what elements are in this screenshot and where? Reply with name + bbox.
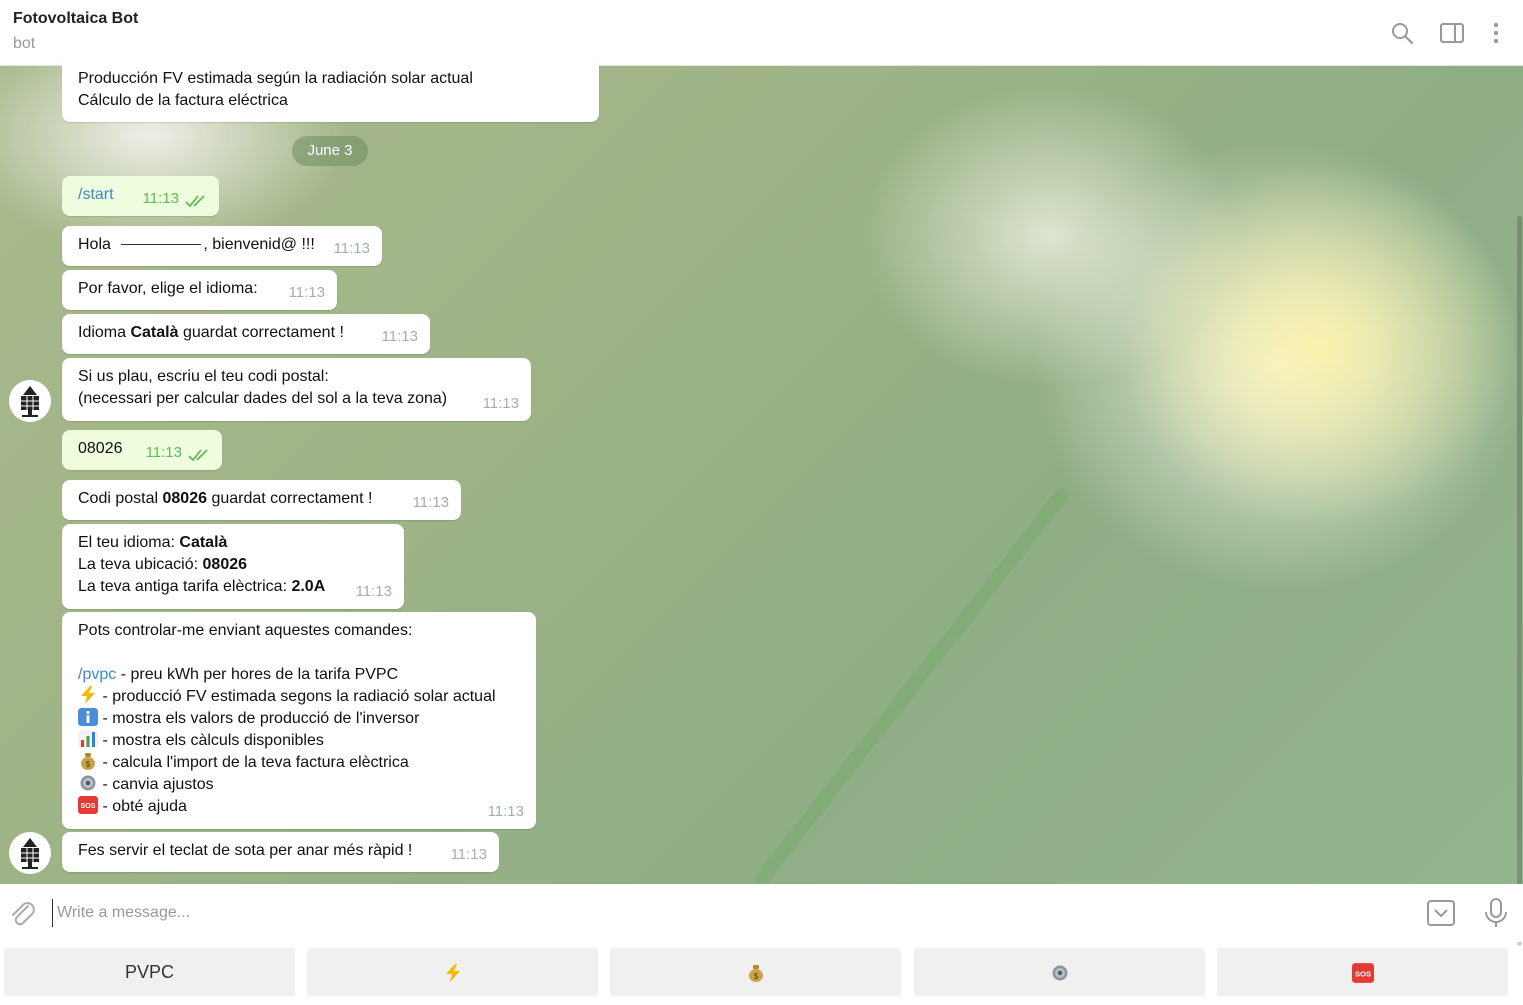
message-bubble: El teu idioma: Català La teva ubicació: … <box>62 524 404 609</box>
message-text: Fes servir el teclat de sota per anar mé… <box>78 842 413 859</box>
sos-icon: SOS <box>1351 963 1374 984</box>
location-value: 08026 <box>202 556 248 573</box>
svg-text:$: $ <box>753 972 758 981</box>
command-desc: - obté ajuda <box>98 798 187 815</box>
keyboard-button-invoice[interactable]: $ <box>610 948 901 996</box>
sos-icon: SOS <box>78 796 98 814</box>
command-desc: - mostra els càlculs disponibles <box>98 732 324 749</box>
message-time: 11:13 <box>412 494 449 511</box>
message-line: Pots controlar-me enviant aquestes coman… <box>78 622 413 639</box>
svg-text:SOS: SOS <box>81 803 96 810</box>
sidebar-toggle-icon[interactable] <box>1439 20 1465 46</box>
date-separator: June 3 <box>292 136 368 166</box>
message-bubble: Idioma Català guardat correctament ! 11:… <box>62 314 430 354</box>
command-desc: - producció FV estimada segons la radiac… <box>98 688 496 705</box>
command-desc: - calcula l'import de la teva factura el… <box>98 754 409 771</box>
message-time: 11:13 <box>288 284 325 301</box>
microphone-icon[interactable] <box>1482 897 1510 929</box>
message-line: Producción FV estimada según la radiació… <box>78 70 473 87</box>
message-time: 11:13 <box>145 444 182 461</box>
bot-avatar[interactable] <box>9 380 51 422</box>
lightning-icon <box>81 686 95 704</box>
message-time: 11:13 <box>450 846 487 863</box>
tariff-label: La teva antiga tarifa elèctrica: <box>78 578 292 595</box>
message-bubble: Codi postal 08026 guardat correctament !… <box>62 480 461 520</box>
message-time: 11:13 <box>482 395 519 412</box>
message-text: guardat correctament ! <box>178 324 344 341</box>
message-time: 11:13 <box>355 583 392 600</box>
language-value: Català <box>179 534 228 551</box>
keyboard-button-settings[interactable] <box>914 948 1205 996</box>
double-check-icon <box>188 449 208 462</box>
command-desc: - canvia ajustos <box>98 776 214 793</box>
keyboard-button-pvpc[interactable]: PVPC <box>4 948 295 996</box>
outgoing-message: 08026 11:13 <box>62 430 222 470</box>
message-input[interactable] <box>52 899 1401 927</box>
scrollbar-thumb[interactable] <box>1517 216 1522 946</box>
message-time: 11:13 <box>381 328 418 345</box>
message-bubble: Si us plau, escriu el teu codi postal: (… <box>62 358 531 421</box>
message-bubble: Por favor, elige el idioma: 11:13 <box>62 270 337 310</box>
message-line: Si us plau, escriu el teu codi postal: <box>78 368 329 385</box>
message-time: 11:13 <box>142 190 179 207</box>
message-text: , bienvenid@ !!! <box>203 236 315 253</box>
message-text: Por favor, elige el idioma: <box>78 280 258 297</box>
message-text: Hola <box>78 236 111 253</box>
chat-subtitle: bot <box>13 35 36 52</box>
search-icon[interactable] <box>1389 20 1415 46</box>
double-check-icon <box>185 195 205 208</box>
message-bubble: Producción FV estimada según la radiació… <box>62 58 599 122</box>
redacted-name <box>121 244 202 246</box>
command-desc: - mostra els valors de producció de l'in… <box>98 710 420 727</box>
outgoing-message: /start 11:13 <box>62 176 219 216</box>
keyboard-button-help[interactable]: SOS <box>1217 948 1508 996</box>
svg-text:SOS: SOS <box>1354 970 1370 979</box>
message-text: Idioma <box>78 324 131 341</box>
message-bubble: Hola , bienvenid@ !!! 11:13 <box>62 226 382 266</box>
pvpc-command-link[interactable]: /pvpc <box>78 666 116 683</box>
message-line: Cálculo de la factura eléctrica <box>78 92 288 109</box>
keyboard-button-label: PVPC <box>124 962 175 982</box>
command-desc: - preu kWh per hores de la tarifa PVPC <box>116 666 399 683</box>
message-text: Codi postal <box>78 490 163 507</box>
bot-keyboard-toggle-icon[interactable] <box>1426 898 1456 928</box>
background-decoration <box>752 486 1072 884</box>
svg-text:$: $ <box>86 760 91 769</box>
chat-header: Fotovoltaica Bot bot <box>0 0 1523 66</box>
bar-chart-icon <box>78 730 98 748</box>
chat-scrollbar[interactable] <box>1515 66 1523 946</box>
message-time: 11:13 <box>487 803 524 820</box>
location-label: La teva ubicació: <box>78 556 203 573</box>
money-bag-icon: $ <box>81 753 95 770</box>
message-text: guardat correctament ! <box>207 490 373 507</box>
chat-title[interactable]: Fotovoltaica Bot <box>13 10 138 28</box>
more-vertical-icon[interactable] <box>1483 20 1509 46</box>
message-time: 11:13 <box>333 240 370 257</box>
keyboard-button-production[interactable] <box>307 948 598 996</box>
command-link[interactable]: /start <box>78 186 114 203</box>
attach-icon[interactable] <box>8 898 36 928</box>
money-bag-icon: $ <box>748 965 763 983</box>
gear-icon <box>1052 965 1067 981</box>
tariff-value: 2.0A <box>291 578 326 595</box>
message-line: (necessari per calcular dades del sol a … <box>78 390 448 407</box>
message-bold: Català <box>130 324 179 341</box>
lightning-icon <box>445 964 460 983</box>
language-label: El teu idioma: <box>78 534 180 551</box>
info-icon <box>78 708 98 726</box>
message-text: 08026 <box>78 440 123 457</box>
message-bubble: Fes servir el teclat de sota per anar mé… <box>62 832 499 872</box>
commands-message: Pots controlar-me enviant aquestes coman… <box>62 612 536 829</box>
gear-icon <box>80 775 96 791</box>
bot-avatar[interactable] <box>9 832 51 874</box>
message-bold: 08026 <box>162 490 208 507</box>
